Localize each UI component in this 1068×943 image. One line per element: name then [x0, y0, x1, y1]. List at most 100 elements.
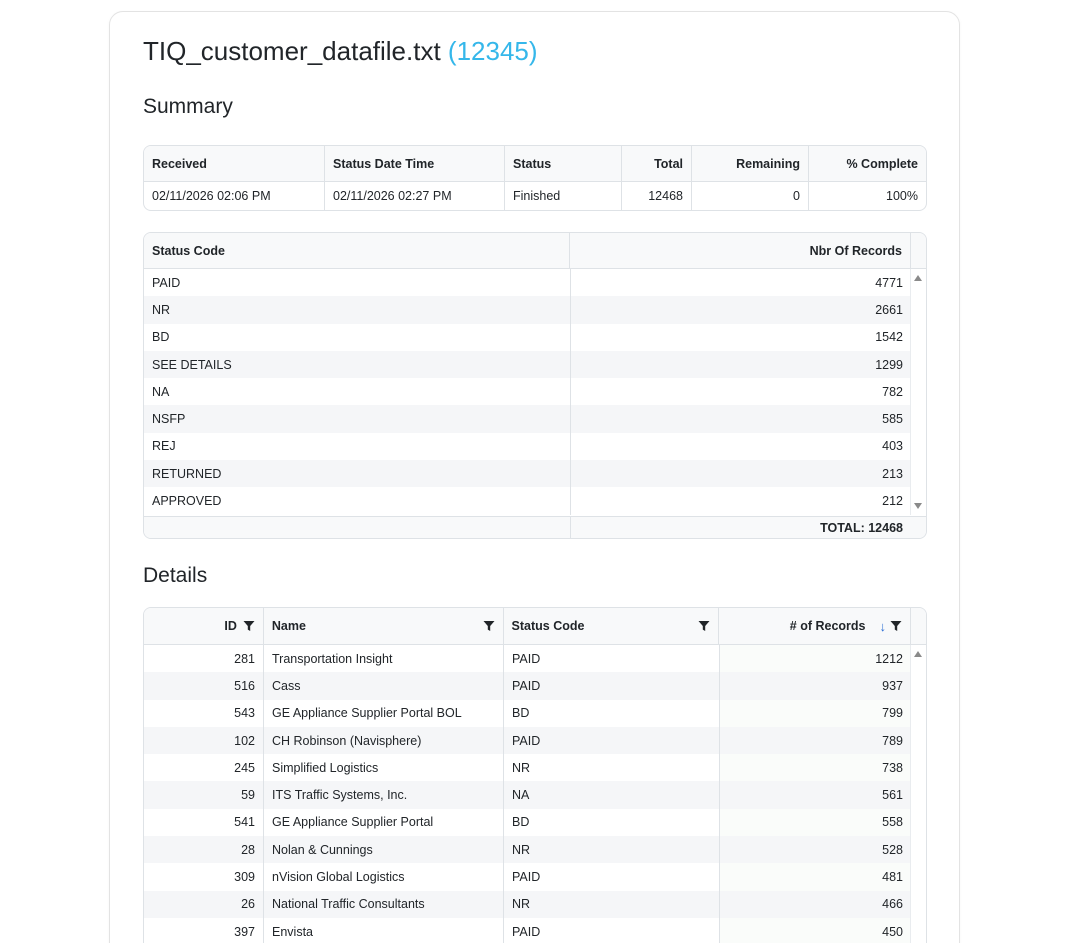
status-code-cell: PAID [504, 726, 720, 755]
status-date-time-value: 02/11/2026 02:27 PM [325, 182, 505, 210]
details-scrollbar[interactable] [910, 645, 926, 943]
name-cell: GE Appliance Supplier Portal [264, 808, 504, 837]
record-count-cell: 528 [882, 842, 903, 857]
header-scroll-spacer [910, 233, 926, 268]
status-code-cell: REJ [144, 432, 571, 461]
status-value: Finished [505, 182, 622, 210]
status-code-grid: Status Code Nbr Of Records PAID 4771 NR 266… [143, 232, 927, 539]
status-code-cell: PAID [504, 863, 720, 891]
details-list: 281 Transportation Insight PAID 1212 516 Cass… [144, 645, 911, 943]
col-status[interactable]: Status [505, 146, 622, 181]
filter-icon[interactable] [483, 620, 495, 632]
filter-icon[interactable] [890, 620, 902, 632]
table-row[interactable]: 309 nVision Global Logistics PAID 481 [144, 863, 911, 891]
record-count-cell: 799 [720, 699, 911, 727]
col-received[interactable]: Received [144, 146, 325, 181]
file-status-card: TIQ_customer_datafile.txt (12345) Summar… [109, 11, 960, 943]
status-code-cell: BD [504, 699, 720, 727]
record-count-cell: 558 [720, 808, 911, 837]
record-count-cell: 782 [882, 384, 903, 399]
details-header-row: ID Name Status Code # of Records ↓ [144, 608, 926, 645]
status-code-scrollbar[interactable] [910, 269, 926, 515]
scroll-down-arrow-icon[interactable] [914, 503, 922, 509]
id-cell: 541 [144, 808, 264, 837]
table-row[interactable]: PAID 4771 [144, 269, 911, 297]
col-id[interactable]: ID [144, 608, 264, 644]
scroll-up-arrow-icon[interactable] [914, 275, 922, 281]
record-count-cell: 2661 [875, 302, 903, 317]
table-row[interactable]: 245 Simplified Logistics NR 738 [144, 754, 911, 782]
status-code-cell: PAID [504, 917, 720, 943]
id-cell: 59 [144, 781, 264, 809]
received-value: 02/11/2026 02:06 PM [144, 182, 325, 210]
id-cell: 516 [144, 672, 264, 700]
table-row[interactable]: 516 Cass PAID 937 [144, 672, 911, 700]
id-cell: 26 [144, 890, 264, 918]
table-row[interactable]: 59 ITS Traffic Systems, Inc. NA 561 [144, 781, 911, 809]
header-scroll-spacer [910, 608, 926, 644]
scroll-up-arrow-icon[interactable] [914, 651, 922, 657]
col-pct-complete[interactable]: % Complete [809, 146, 926, 181]
table-row[interactable]: APPROVED 212 [144, 487, 911, 515]
status-code-cell: APPROVED [144, 487, 571, 515]
table-row[interactable]: 281 Transportation Insight PAID 1212 [144, 645, 911, 673]
filter-icon[interactable] [243, 620, 255, 632]
summary-grid: Received Status Date Time Status Total R… [143, 145, 927, 211]
col-name[interactable]: Name [264, 608, 504, 644]
record-count-cell: 789 [882, 733, 903, 748]
col-details-status-code[interactable]: Status Code [504, 608, 720, 644]
col-records[interactable]: # of Records ↓ [719, 608, 910, 644]
table-row[interactable]: 397 Envista PAID 450 [144, 917, 911, 943]
record-count-cell: 561 [882, 788, 903, 803]
record-count-cell: 937 [882, 678, 903, 693]
status-code-cell: NR [144, 296, 571, 324]
status-code-cell: NR [504, 836, 720, 864]
status-code-cell: BD [504, 808, 720, 837]
id-cell: 543 [144, 699, 264, 727]
id-cell: 102 [144, 726, 264, 755]
col-remaining[interactable]: Remaining [692, 146, 809, 181]
details-heading: Details [143, 564, 208, 587]
summary-header-row: Received Status Date Time Status Total R… [144, 146, 926, 182]
table-row[interactable]: 541 GE Appliance Supplier Portal BD 558 [144, 808, 911, 837]
status-code-cell: PAID [504, 672, 720, 700]
col-status-code[interactable]: Status Code [144, 233, 571, 268]
table-row[interactable]: BD 1542 [144, 323, 911, 351]
name-cell: ITS Traffic Systems, Inc. [264, 781, 504, 809]
status-code-cell: NA [144, 378, 571, 406]
page-title: TIQ_customer_datafile.txt (12345) [143, 36, 538, 67]
status-code-cell: NR [504, 890, 720, 918]
file-id: (12345) [447, 36, 538, 66]
name-cell: nVision Global Logistics [264, 863, 504, 891]
col-status-date-time[interactable]: Status Date Time [325, 146, 505, 181]
sort-down-icon[interactable]: ↓ [880, 619, 887, 634]
status-code-cell: PAID [144, 269, 571, 297]
status-code-cell: SEE DETAILS [144, 350, 571, 379]
record-count-cell: 1299 [875, 357, 903, 372]
col-nbr-of-records[interactable]: Nbr Of Records [570, 233, 910, 268]
id-cell: 397 [144, 917, 264, 943]
status-code-header-row: Status Code Nbr Of Records [144, 233, 926, 269]
name-cell: Cass [264, 672, 504, 700]
table-row[interactable]: RETURNED 213 [144, 460, 911, 488]
record-count-cell: 585 [882, 412, 903, 427]
status-code-cell: NSFP [144, 405, 571, 433]
name-cell: Simplified Logistics [264, 754, 504, 782]
id-cell: 309 [144, 863, 264, 891]
filter-icon[interactable] [698, 620, 710, 632]
details-grid: ID Name Status Code # of Records ↓ 281 T… [143, 607, 927, 943]
footer-blank [144, 517, 571, 538]
file-name: TIQ_customer_datafile.txt [143, 36, 441, 66]
table-row[interactable]: 26 National Traffic Consultants NR 466 [144, 890, 911, 918]
table-row[interactable]: 102 CH Robinson (Navisphere) PAID 789 [144, 726, 911, 755]
table-row[interactable]: 28 Nolan & Cunnings NR 528 [144, 836, 911, 864]
table-row[interactable]: REJ 403 [144, 432, 911, 461]
table-row[interactable]: NR 2661 [144, 296, 911, 324]
table-row[interactable]: 543 GE Appliance Supplier Portal BOL BD 799 [144, 699, 911, 727]
table-row[interactable]: NSFP 585 [144, 405, 911, 433]
table-row[interactable]: NA 782 [144, 378, 911, 406]
col-total[interactable]: Total [622, 146, 692, 181]
table-row[interactable]: SEE DETAILS 1299 [144, 350, 911, 379]
record-count-cell: 466 [882, 897, 903, 912]
col-name-label: Name [271, 619, 306, 633]
